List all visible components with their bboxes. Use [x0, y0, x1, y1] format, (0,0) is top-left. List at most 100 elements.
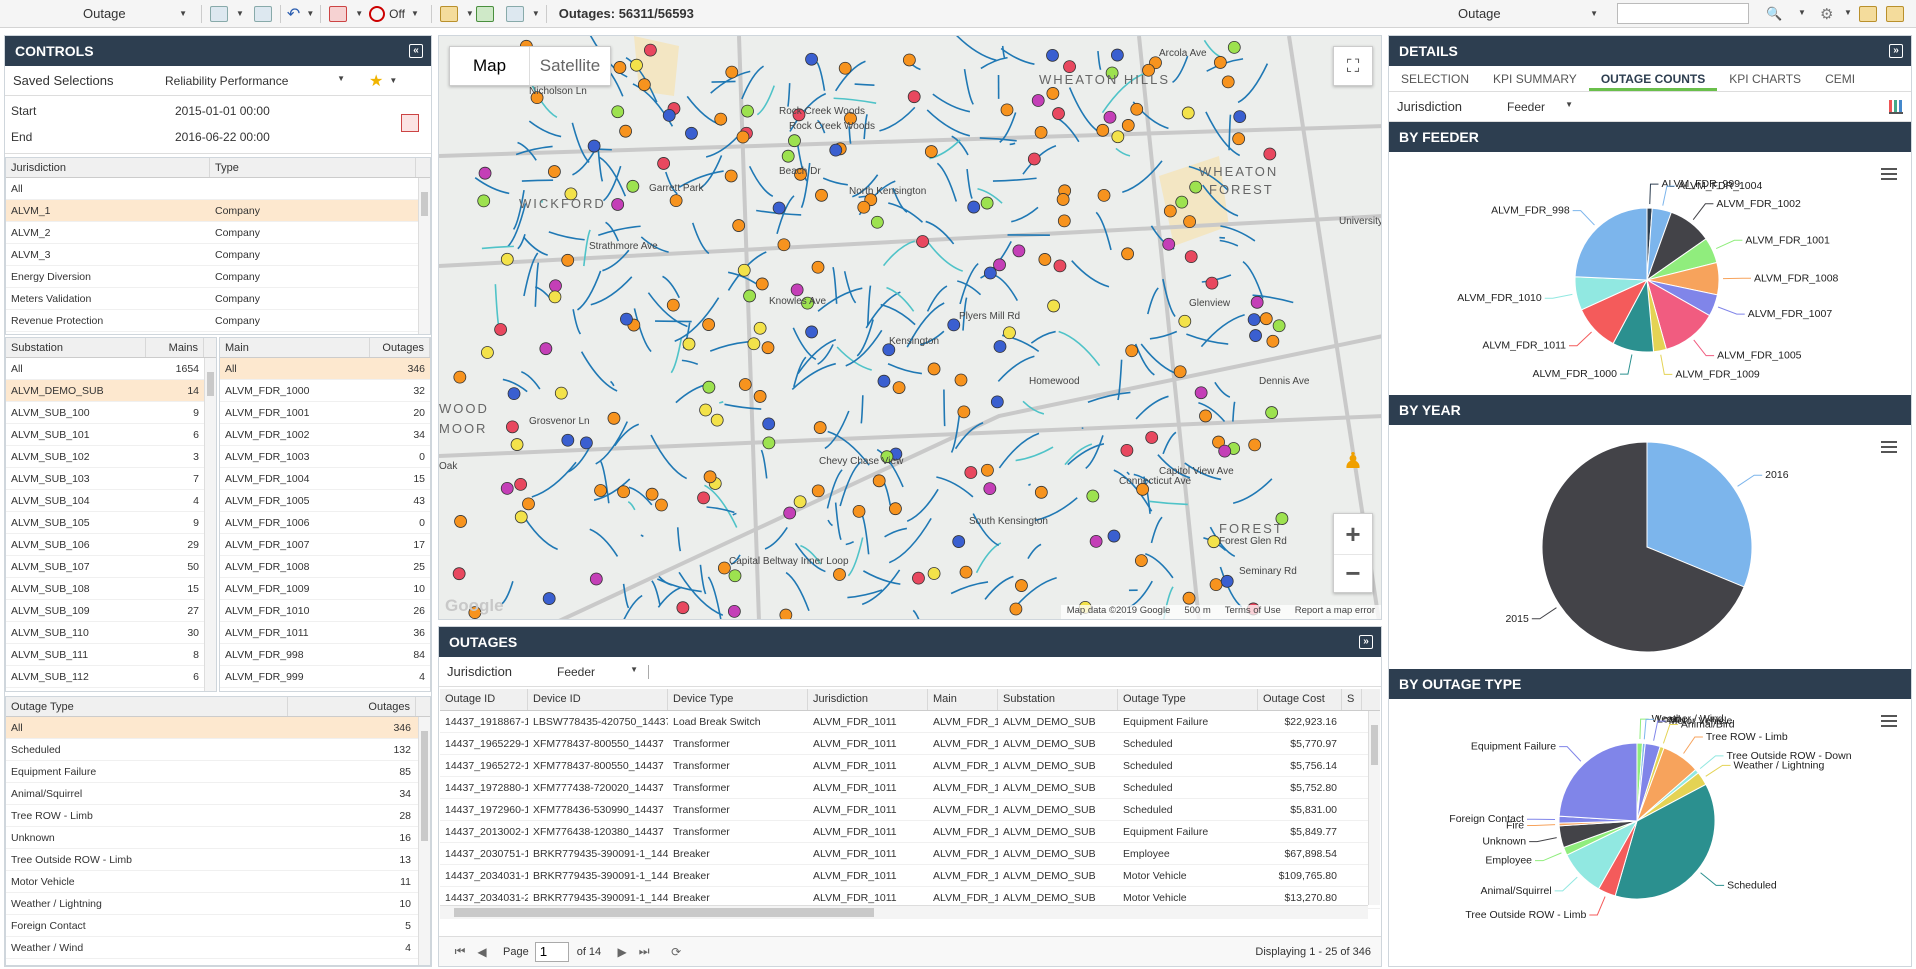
table-row[interactable]: ALVM_FDR_1003 0: [220, 446, 430, 468]
table-row[interactable]: ALVM_SUB_108 15: [6, 578, 216, 600]
report-error-link[interactable]: Report a map error: [1295, 605, 1375, 619]
satellite-tab[interactable]: Satellite: [529, 47, 610, 85]
tab-kpi-summary[interactable]: KPI SUMMARY: [1481, 66, 1589, 91]
table-row[interactable]: Scheduled 132: [6, 739, 430, 761]
column-header[interactable]: Device ID: [528, 689, 668, 710]
table-row[interactable]: ALVM_SUB_107 50: [6, 556, 216, 578]
folder-icon[interactable]: [439, 5, 458, 22]
column-header[interactable]: Outage Cost: [1258, 689, 1342, 710]
table-row[interactable]: ALVM_FDR_998 84: [220, 644, 430, 666]
table-row[interactable]: ALVM_2 Company: [6, 222, 430, 244]
column-header-type[interactable]: Type: [210, 158, 416, 177]
map-view[interactable]: WHEATON HILLS WHEATON FOREST Glenview WICKFO…: [438, 35, 1382, 620]
table-row[interactable]: ALVM_FDR_1001 20: [220, 402, 430, 424]
table-row[interactable]: ALVM_FDR_1007 17: [220, 534, 430, 556]
calendar-icon[interactable]: [329, 5, 348, 22]
chevron-down-icon[interactable]: ▼: [389, 76, 397, 85]
scroll-thumb[interactable]: [421, 731, 428, 841]
chart-menu-icon[interactable]: [1881, 441, 1897, 453]
tab-cemi[interactable]: CEMI: [1813, 66, 1867, 91]
gear-icon[interactable]: ⚙: [1820, 5, 1833, 23]
chevron-down-icon[interactable]: ▼: [355, 9, 363, 18]
table-row[interactable]: Motor Vehicle 11: [6, 871, 430, 893]
tab-selection[interactable]: SELECTION: [1389, 66, 1481, 91]
column-header[interactable]: Outage ID: [440, 689, 528, 710]
column-header[interactable]: Outage Type: [1118, 689, 1258, 710]
table-row[interactable]: Unknown 16: [6, 827, 430, 849]
table-row[interactable]: Tree Outside ROW - Limb 13: [6, 849, 430, 871]
table-row[interactable]: ALVM_FDR_1010 26: [220, 600, 430, 622]
outages-group-select[interactable]: Feeder ▼: [557, 664, 649, 679]
pie-slice[interactable]: [1558, 742, 1638, 822]
table-row[interactable]: All 346: [220, 358, 430, 380]
column-header[interactable]: S: [1342, 689, 1362, 710]
table-row[interactable]: 14437_1972880-1 XFM777438-720020_14437 Tra…: [440, 777, 1380, 799]
table-row[interactable]: ALVM_SUB_103 7: [6, 468, 216, 490]
chevron-down-icon[interactable]: ▼: [236, 9, 244, 18]
table-row[interactable]: All: [6, 178, 430, 200]
column-header[interactable]: Substation: [998, 689, 1118, 710]
table-row[interactable]: ALVM_SUB_102 3: [6, 446, 216, 468]
table-row[interactable]: 14437_1972960-1 XFM778436-530990_14437 Tra…: [440, 799, 1380, 821]
star-icon[interactable]: ★: [369, 71, 383, 91]
table-row[interactable]: Revenue Protection Company: [6, 310, 430, 332]
column-header[interactable]: Device Type: [668, 689, 808, 710]
table-row[interactable]: Animal/Squirrel 34: [6, 783, 430, 805]
terms-link[interactable]: Terms of Use: [1225, 605, 1281, 619]
table-row[interactable]: ALVM_FDR_1004 15: [220, 468, 430, 490]
prev-page-icon[interactable]: ◀: [471, 945, 493, 959]
substation-scrollbar[interactable]: [204, 358, 216, 691]
fullscreen-icon[interactable]: ⛶: [1333, 46, 1373, 86]
table-row[interactable]: ALVM_SUB_111 8: [6, 644, 216, 666]
search-icon[interactable]: 🔍: [1766, 6, 1782, 22]
scroll-thumb[interactable]: [454, 908, 874, 917]
column-header-jurisdiction[interactable]: Jurisdiction: [6, 158, 210, 177]
scroll-thumb[interactable]: [1371, 725, 1378, 765]
table-row[interactable]: ALVM_FDR_1002 34: [220, 424, 430, 446]
table-row[interactable]: ALVM_FDR_1008 25: [220, 556, 430, 578]
page-input[interactable]: [534, 941, 569, 962]
scroll-thumb[interactable]: [207, 372, 214, 396]
table-row[interactable]: ALVM_1 Company: [6, 200, 430, 222]
column-header-substation[interactable]: Substation: [6, 338, 146, 357]
table-row[interactable]: Weather / Lightning 10: [6, 893, 430, 915]
table-row[interactable]: Meters Validation Company: [6, 288, 430, 310]
table-row[interactable]: ALVM_FDR_1011 36: [220, 622, 430, 644]
jurisdiction-scrollbar[interactable]: [418, 178, 430, 334]
first-page-icon[interactable]: ⏮: [449, 944, 471, 959]
collapse-icon[interactable]: »: [1359, 635, 1373, 649]
zoom-out-icon[interactable]: −: [1334, 554, 1372, 592]
undo-icon[interactable]: ↶: [287, 4, 300, 24]
pie-slice[interactable]: [1574, 207, 1648, 281]
scroll-thumb[interactable]: [421, 192, 428, 216]
refresh-icon[interactable]: ⟳: [665, 945, 687, 959]
image-icon[interactable]: [253, 5, 272, 22]
table-row[interactable]: ALVM_3 Company: [6, 244, 430, 266]
column-header-mains[interactable]: Mains: [146, 338, 204, 357]
table-row[interactable]: Weather / Wind 4: [6, 937, 430, 959]
chart-menu-icon[interactable]: [1881, 168, 1897, 180]
open-folder-icon[interactable]: [1859, 6, 1877, 22]
table-row[interactable]: Foreign Contact 5: [6, 915, 430, 937]
table-row[interactable]: ALVM_SUB_110 30: [6, 622, 216, 644]
off-toggle[interactable]: Off ▼: [363, 0, 425, 28]
table-row[interactable]: ALVM_FDR_1009 10: [220, 578, 430, 600]
column-header[interactable]: Main: [928, 689, 998, 710]
details-group-select[interactable]: Feeder ▼: [1507, 100, 1573, 114]
column-header-outage-type[interactable]: Outage Type: [6, 697, 288, 716]
outages-horizontal-scrollbar[interactable]: [440, 905, 1368, 919]
table-row[interactable]: 14437_1965229-1 XFM778437-800550_14437 Tra…: [440, 733, 1380, 755]
right-layer-select[interactable]: Outage ▼: [1450, 0, 1606, 28]
table-row[interactable]: ALVM_SUB_105 9: [6, 512, 216, 534]
column-header-main[interactable]: Main: [220, 338, 370, 357]
column-header-outages[interactable]: Outages: [370, 338, 430, 357]
table-row[interactable]: 14437_1918867-1 LBSW778435-420750_14437 Lo…: [440, 711, 1380, 733]
chevron-down-icon[interactable]: ▼: [1844, 8, 1852, 17]
start-value[interactable]: 2015-01-01 00:00: [175, 104, 270, 118]
table-row[interactable]: ALVM_FDR_999 4: [220, 666, 430, 688]
table-row[interactable]: ALVM_FDR_1005 43: [220, 490, 430, 512]
zoom-in-icon[interactable]: +: [1345, 514, 1360, 554]
search-input[interactable]: [1617, 3, 1749, 24]
chevron-down-icon[interactable]: ▼: [532, 9, 540, 18]
chart-menu-icon[interactable]: [1881, 715, 1897, 727]
